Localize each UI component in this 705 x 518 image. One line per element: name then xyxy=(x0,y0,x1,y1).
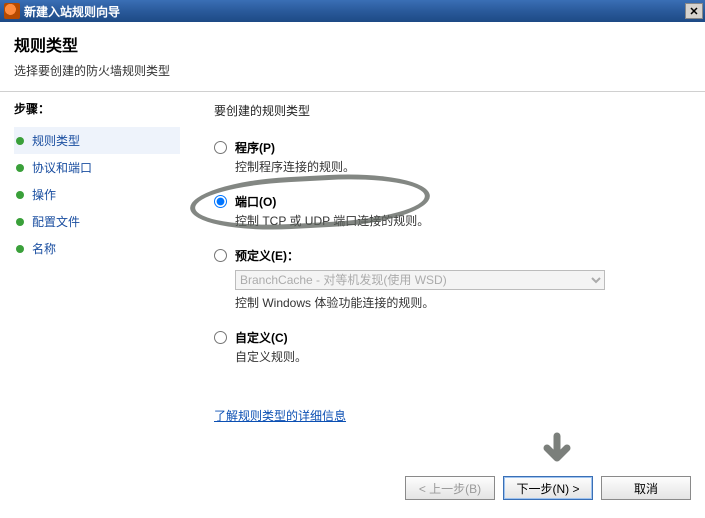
option-port[interactable]: 端口(O) 控制 TCP 或 UDP 端口连接的规则。 xyxy=(214,193,687,229)
option-port-desc: 控制 TCP 或 UDP 端口连接的规则。 xyxy=(235,212,687,229)
step-label: 名称 xyxy=(32,240,56,257)
page-subtitle: 选择要创建的防火墙规则类型 xyxy=(14,62,691,79)
step-bullet-icon xyxy=(16,218,24,226)
wizard-body: 步骤： 规则类型 协议和端口 操作 配置文件 名称 要创建的规则类型 程序(P xyxy=(0,92,705,512)
option-predefined-label: 预定义(E)： xyxy=(235,247,687,264)
step-label: 规则类型 xyxy=(32,132,80,149)
step-bullet-icon xyxy=(16,137,24,145)
main-panel: 要创建的规则类型 程序(P) 控制程序连接的规则。 端口(O) 控制 TCP 或… xyxy=(186,92,705,512)
titlebar: 新建入站规则向导 ✕ xyxy=(0,0,705,22)
option-program-desc: 控制程序连接的规则。 xyxy=(235,158,687,175)
step-bullet-icon xyxy=(16,191,24,199)
step-label: 操作 xyxy=(32,186,56,203)
radio-custom[interactable] xyxy=(214,331,227,344)
cancel-button[interactable]: 取消 xyxy=(601,476,691,500)
steps-sidebar: 步骤： 规则类型 协议和端口 操作 配置文件 名称 xyxy=(0,92,186,512)
option-custom[interactable]: 自定义(C) 自定义规则。 xyxy=(214,329,687,365)
button-row: < 上一步(B) 下一步(N) > 取消 xyxy=(405,476,691,500)
step-profile[interactable]: 配置文件 xyxy=(14,208,180,235)
step-bullet-icon xyxy=(16,164,24,172)
window-title: 新建入站规则向导 xyxy=(24,3,685,20)
option-custom-desc: 自定义规则。 xyxy=(235,348,687,365)
option-custom-label: 自定义(C) xyxy=(235,329,687,346)
back-button[interactable]: < 上一步(B) xyxy=(405,476,495,500)
option-predefined-desc: 控制 Windows 体验功能连接的规则。 xyxy=(235,294,687,311)
step-rule-type[interactable]: 规则类型 xyxy=(14,127,180,154)
option-program-label: 程序(P) xyxy=(235,139,687,156)
steps-heading: 步骤： xyxy=(14,100,180,117)
option-predefined[interactable]: 预定义(E)： BranchCache - 对等机发现(使用 WSD) 控制 W… xyxy=(214,247,687,311)
close-button[interactable]: ✕ xyxy=(685,3,703,19)
help-link[interactable]: 了解规则类型的详细信息 xyxy=(214,407,346,424)
option-program[interactable]: 程序(P) 控制程序连接的规则。 xyxy=(214,139,687,175)
option-port-label: 端口(O) xyxy=(235,193,687,210)
firewall-wizard-icon xyxy=(4,3,20,19)
radio-predefined[interactable] xyxy=(214,249,227,262)
wizard-header: 规则类型 选择要创建的防火墙规则类型 xyxy=(0,22,705,87)
next-button[interactable]: 下一步(N) > xyxy=(503,476,593,500)
radio-program[interactable] xyxy=(214,141,227,154)
step-label: 配置文件 xyxy=(32,213,80,230)
step-action[interactable]: 操作 xyxy=(14,181,180,208)
predefined-dropdown-wrap: BranchCache - 对等机发现(使用 WSD) xyxy=(235,270,605,290)
step-protocol-port[interactable]: 协议和端口 xyxy=(14,154,180,181)
annotation-arrow xyxy=(537,432,577,472)
page-title: 规则类型 xyxy=(14,32,691,56)
predefined-dropdown[interactable]: BranchCache - 对等机发现(使用 WSD) xyxy=(235,270,605,290)
main-heading: 要创建的规则类型 xyxy=(214,102,687,119)
step-bullet-icon xyxy=(16,245,24,253)
radio-port[interactable] xyxy=(214,195,227,208)
step-label: 协议和端口 xyxy=(32,159,92,176)
step-name[interactable]: 名称 xyxy=(14,235,180,262)
